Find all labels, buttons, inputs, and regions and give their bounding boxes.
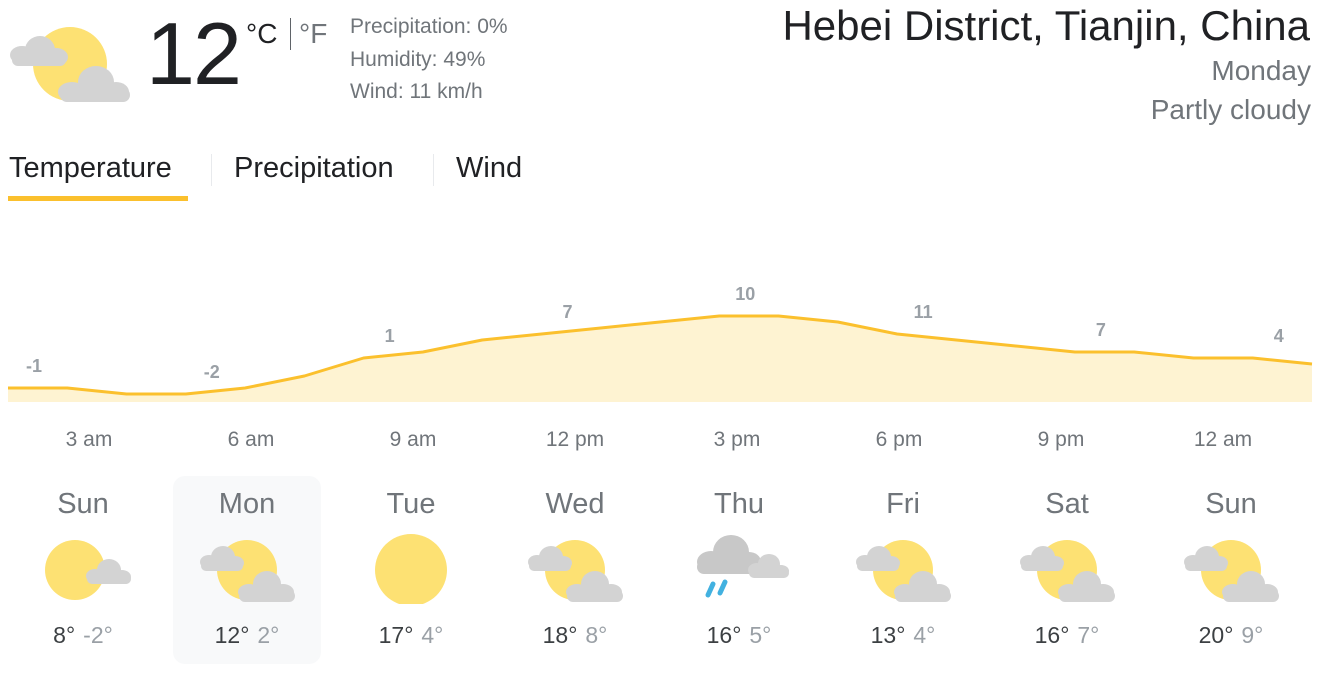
selected-day-name: Monday: [1211, 55, 1311, 86]
day-name: Wed: [545, 488, 605, 520]
wind-stat: Wind: 11 km/h: [350, 80, 483, 103]
tab-precipitation[interactable]: Precipitation: [234, 152, 394, 185]
tab-divider: [211, 154, 212, 186]
temperature-value-label: -2: [204, 362, 220, 382]
celsius-toggle[interactable]: °C: [246, 18, 277, 50]
day-low: 8°: [585, 622, 608, 648]
day-name: Sun: [1205, 488, 1257, 520]
day-high: 18°: [542, 622, 578, 648]
day-name: Sat: [1045, 488, 1089, 520]
humidity-stat: Humidity: 49%: [350, 48, 486, 71]
temperature-value-label: 4: [1274, 326, 1284, 346]
hour-label: 6 pm: [875, 428, 923, 451]
hour-label: 3 am: [65, 428, 113, 451]
day-forecast-wed[interactable]: Wed 18° 8°: [501, 476, 649, 664]
hour-label: 12 am: [1193, 428, 1253, 451]
partly-cloudy-icon: [197, 532, 297, 604]
partly-cloudy-icon: [1181, 532, 1281, 604]
partly-cloudy-icon: [6, 14, 130, 104]
hour-label: 6 am: [227, 428, 275, 451]
weather-condition: Partly cloudy: [1150, 94, 1311, 125]
day-forecast-mon[interactable]: Mon 12° 2°: [173, 476, 321, 664]
fahrenheit-toggle[interactable]: °F: [299, 18, 327, 50]
temperature-value-label: 10: [735, 284, 755, 304]
day-forecast-tue[interactable]: Tue 17° 4°: [337, 476, 485, 664]
rain-showers-icon: [689, 532, 789, 604]
day-low: 9°: [1241, 622, 1264, 648]
location-title: Hebei District, Tianjin, China: [782, 2, 1310, 49]
day-low: -2°: [83, 622, 113, 648]
tab-temperature[interactable]: Temperature: [9, 152, 172, 185]
day-high: 17°: [378, 622, 414, 648]
current-temperature: 12: [146, 4, 242, 103]
day-name: Thu: [714, 488, 764, 520]
hour-label: 9 pm: [1037, 428, 1085, 451]
temperature-value-label: 7: [562, 302, 572, 322]
tab-divider: [433, 154, 434, 186]
day-forecast-sun-next[interactable]: Sun 20° 9°: [1157, 476, 1305, 664]
day-low: 4°: [913, 622, 936, 648]
day-high: 12°: [214, 622, 250, 648]
day-high: 16°: [706, 622, 742, 648]
tab-selected-indicator: [8, 196, 188, 201]
day-name: Sun: [57, 488, 109, 520]
unit-divider: [290, 18, 291, 50]
temperature-value-label: 11: [914, 302, 933, 322]
hour-label: 3 pm: [713, 428, 761, 451]
temperature-value-label: 1: [385, 326, 395, 346]
day-low: 2°: [257, 622, 280, 648]
day-high: 8°: [53, 622, 76, 648]
day-high: 20°: [1198, 622, 1234, 648]
day-low: 4°: [421, 622, 444, 648]
day-low: 7°: [1077, 622, 1100, 648]
partly-cloudy-icon: [525, 532, 625, 604]
tab-wind[interactable]: Wind: [456, 152, 522, 185]
day-high: 16°: [1034, 622, 1070, 648]
day-high: 13°: [870, 622, 906, 648]
day-forecast-thu[interactable]: Thu 16° 5°: [665, 476, 813, 664]
day-name: Tue: [386, 488, 436, 520]
partly-cloudy-icon: [853, 532, 953, 604]
temperature-value-label: -1: [26, 356, 42, 376]
partly-cloudy-icon: [33, 532, 133, 604]
day-name: Mon: [218, 488, 276, 520]
sunny-icon: [361, 532, 461, 606]
hour-label: 12 pm: [545, 428, 605, 451]
partly-cloudy-icon: [1017, 532, 1117, 604]
hour-label: 9 am: [389, 428, 437, 451]
day-low: 5°: [749, 622, 772, 648]
temperature-area: [8, 316, 1312, 402]
temperature-value-label: 7: [1096, 320, 1106, 340]
day-forecast-fri[interactable]: Fri 13° 4°: [829, 476, 977, 664]
day-forecast-sun[interactable]: Sun 8° -2°: [9, 476, 157, 664]
day-forecast-sat[interactable]: Sat 16° 7°: [993, 476, 1141, 664]
day-name: Fri: [886, 488, 920, 520]
precipitation-stat: Precipitation: 0%: [350, 15, 508, 38]
temperature-chart: -1 -2 1 7 10 11 7 4: [8, 284, 1313, 402]
